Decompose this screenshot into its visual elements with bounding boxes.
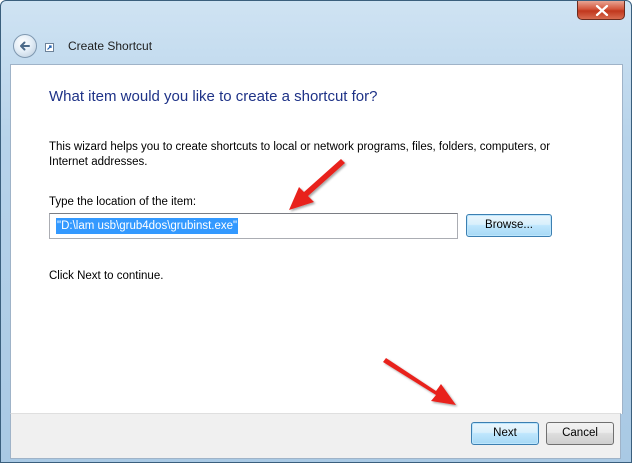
browse-button[interactable]: Browse... <box>466 214 552 237</box>
wizard-heading: What item would you like to create a sho… <box>49 88 378 105</box>
location-input-value: "D:\lam usb\grub4dos\grubinst.exe" <box>56 218 239 234</box>
next-button[interactable]: Next <box>471 422 539 445</box>
location-input[interactable]: "D:\lam usb\grub4dos\grubinst.exe" <box>49 213 458 239</box>
shortcut-icon <box>45 43 54 52</box>
cancel-button[interactable]: Cancel <box>546 422 614 445</box>
location-label: Type the location of the item: <box>49 196 197 208</box>
continue-text: Click Next to continue. <box>49 270 164 282</box>
window-title: Create Shortcut <box>68 39 153 53</box>
back-arrow-icon <box>20 41 30 51</box>
back-button[interactable] <box>13 34 37 58</box>
create-shortcut-window: Create Shortcut What item would you like… <box>0 0 632 463</box>
wizard-description: This wizard helps you to create shortcut… <box>49 141 551 168</box>
wizard-content: What item would you like to create a sho… <box>10 64 623 414</box>
wizard-footer: Next Cancel <box>10 413 621 459</box>
close-icon <box>595 5 609 16</box>
close-button[interactable] <box>577 1 625 20</box>
